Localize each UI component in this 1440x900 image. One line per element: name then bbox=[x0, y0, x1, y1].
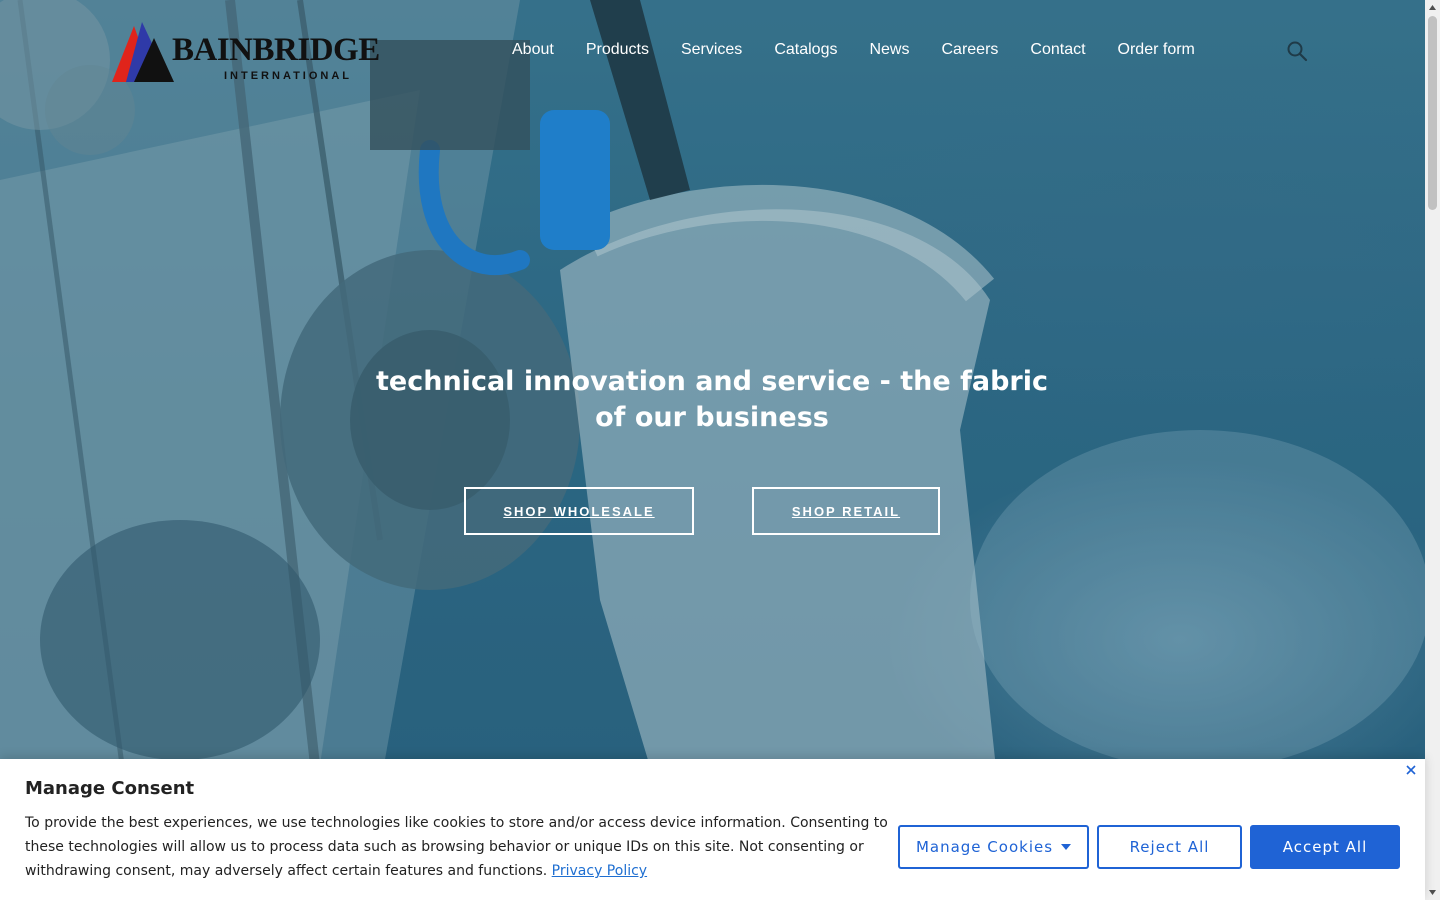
consent-body: To provide the best experiences, we use … bbox=[25, 811, 895, 883]
chevron-down-icon bbox=[1061, 844, 1072, 850]
scroll-up-arrow-icon[interactable] bbox=[1425, 0, 1440, 15]
hero-headline: technical innovation and service - the f… bbox=[376, 366, 1048, 433]
nav-item-careers[interactable]: Careers bbox=[925, 38, 1014, 62]
nav-item-services[interactable]: Services bbox=[665, 38, 758, 62]
privacy-policy-link[interactable]: Privacy Policy bbox=[552, 863, 647, 879]
nav-item-catalogs[interactable]: Catalogs bbox=[758, 38, 853, 62]
manage-cookies-label: Manage Cookies bbox=[915, 838, 1054, 856]
nav-item-about[interactable]: About bbox=[496, 38, 570, 62]
consent-title: Manage Consent bbox=[25, 778, 195, 799]
logo-wordmark: BAINBRIDGE bbox=[172, 32, 380, 68]
brand-logo[interactable]: BAINBRIDGE INTERNATIONAL bbox=[112, 18, 380, 88]
nav-item-news[interactable]: News bbox=[853, 38, 925, 62]
accept-all-button[interactable]: Accept All bbox=[1250, 825, 1400, 869]
manage-cookies-button[interactable]: Manage Cookies bbox=[898, 825, 1089, 869]
logo-tagline: INTERNATIONAL bbox=[224, 70, 353, 82]
search-icon[interactable] bbox=[1286, 40, 1308, 62]
shop-wholesale-button[interactable]: SHOP WHOLESALE bbox=[464, 487, 694, 535]
main-navigation: About Products Services Catalogs News Ca… bbox=[496, 38, 1211, 62]
shop-retail-button[interactable]: SHOP RETAIL bbox=[752, 487, 940, 535]
nav-item-products[interactable]: Products bbox=[570, 38, 665, 62]
close-icon[interactable] bbox=[1404, 763, 1418, 777]
scrollbar-thumb[interactable] bbox=[1428, 16, 1437, 210]
nav-item-order-form[interactable]: Order form bbox=[1102, 38, 1211, 62]
nav-item-contact[interactable]: Contact bbox=[1014, 38, 1101, 62]
scroll-down-arrow-icon[interactable] bbox=[1425, 885, 1440, 900]
cookie-consent-banner: Manage Consent To provide the best exper… bbox=[0, 759, 1425, 900]
consent-body-text: To provide the best experiences, we use … bbox=[25, 815, 888, 879]
page-scrollbar[interactable] bbox=[1425, 0, 1440, 900]
reject-all-button[interactable]: Reject All bbox=[1097, 825, 1242, 869]
